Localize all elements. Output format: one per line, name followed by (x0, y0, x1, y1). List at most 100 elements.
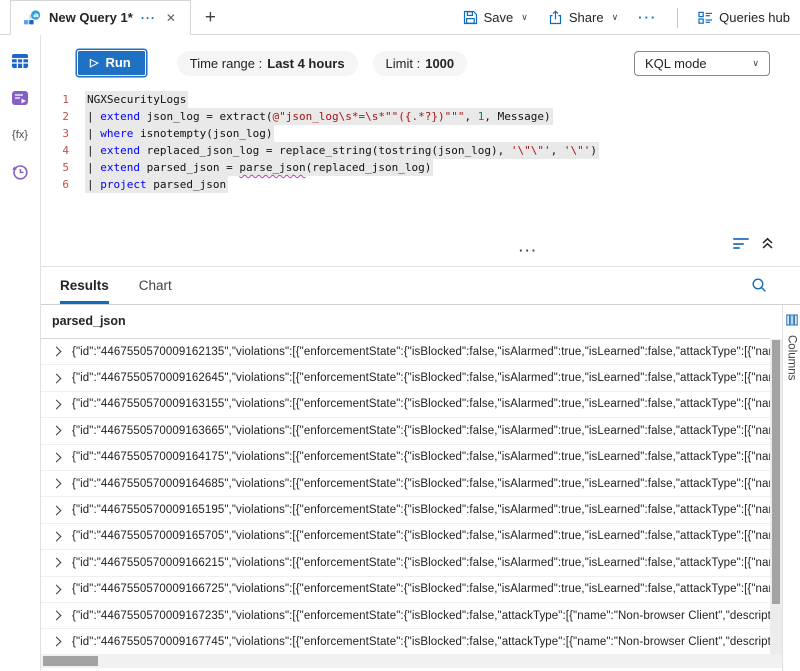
row-json-text: {"id":"4467550570009166725","violations"… (72, 583, 770, 595)
code-text[interactable]: | extend json_log = extract(@"json_log\s… (85, 108, 553, 125)
splitter-handle[interactable]: ··· (519, 246, 538, 256)
row-json-text: {"id":"4467550570009164685","violations"… (72, 478, 770, 490)
code-line-2[interactable]: 2 | extend json_log = extract(@"json_log\… (41, 108, 800, 125)
save-icon (463, 10, 478, 25)
vertical-scrollbar-thumb[interactable] (772, 340, 780, 604)
queries-hub-icon (698, 11, 713, 25)
tab-close-icon[interactable]: ✕ (164, 11, 178, 25)
code-text[interactable]: | project parsed_json (85, 176, 228, 193)
code-line-3[interactable]: 3| where isnotempty(json_log) (41, 125, 800, 142)
columns-rail-label[interactable]: Columns (786, 335, 798, 380)
divider (677, 8, 678, 28)
save-button[interactable]: Save ∨ (463, 10, 528, 25)
limit-pill[interactable]: Limit : 1000 (373, 51, 468, 76)
expand-row-chevron-icon[interactable] (52, 505, 62, 515)
tab-chart[interactable]: Chart (139, 267, 172, 304)
expand-row-chevron-icon[interactable] (52, 452, 62, 462)
time-range-label: Time range : (190, 56, 263, 71)
code-line-1[interactable]: 1 NGXSecurityLogs (41, 91, 800, 108)
code-line-4[interactable]: 4| extend replaced_json_log = replace_st… (41, 142, 800, 159)
row-json-text: {"id":"4467550570009165705","violations"… (72, 530, 770, 542)
table-row[interactable]: {"id":"4467550570009166215","violations"… (41, 550, 770, 576)
functions-icon[interactable]: {fx} (10, 125, 30, 145)
columns-rail[interactable]: Columns (782, 305, 800, 671)
line-number: 6 (41, 176, 69, 193)
expand-row-chevron-icon[interactable] (52, 611, 62, 621)
results-panel: Results Chart parsed_json {"id":"4467550… (41, 266, 800, 671)
table-row[interactable]: {"id":"4467550570009164685","violations"… (41, 471, 770, 497)
horizontal-scrollbar-thumb[interactable] (43, 656, 98, 666)
expand-row-chevron-icon[interactable] (52, 347, 62, 357)
table-row[interactable]: {"id":"4467550570009167235","violations"… (41, 603, 770, 629)
code-line-5[interactable]: 5| extend parsed_json = parse_json(repla… (41, 159, 800, 176)
more-commands-button[interactable]: ··· (638, 10, 657, 25)
tab-more-button[interactable]: ··· (141, 11, 156, 25)
share-chevron-icon: ∨ (612, 12, 619, 23)
line-number: 2 (41, 108, 69, 125)
row-json-text: {"id":"4467550570009162645","violations"… (72, 372, 770, 384)
results-tabs-row: Results Chart (41, 267, 800, 305)
table-row[interactable]: {"id":"4467550570009165195","violations"… (41, 497, 770, 523)
collapse-panel-icon[interactable] (761, 237, 774, 250)
code-text[interactable]: | extend replaced_json_log = replace_str… (85, 142, 599, 159)
horizontal-scrollbar[interactable] (41, 654, 770, 668)
code-text[interactable]: | extend parsed_json = parse_json(replac… (85, 159, 433, 176)
share-button[interactable]: Share ∨ (548, 10, 618, 25)
expand-row-chevron-icon[interactable] (52, 373, 62, 383)
queries-hub-label: Queries hub (719, 10, 790, 25)
saved-queries-icon[interactable] (10, 88, 30, 108)
query-history-icon[interactable] (10, 162, 30, 182)
expand-row-chevron-icon[interactable] (52, 637, 62, 647)
row-json-text: {"id":"4467550570009163155","violations"… (72, 398, 770, 410)
column-header-parsed-json[interactable]: parsed_json (41, 305, 770, 339)
share-icon (548, 10, 563, 25)
tab-results[interactable]: Results (60, 267, 109, 304)
search-icon[interactable] (751, 277, 767, 293)
query-toolbar: ▷ Run Time range : Last 4 hours Limit : … (41, 35, 800, 76)
row-json-text: {"id":"4467550570009167745","violations"… (72, 636, 770, 648)
new-tab-button[interactable]: + (205, 0, 216, 35)
tab-title: New Query 1* (49, 10, 133, 25)
save-chevron-icon: ∨ (521, 12, 528, 23)
kql-mode-chevron-icon: ∨ (752, 58, 759, 69)
table-row[interactable]: {"id":"4467550570009163155","violations"… (41, 392, 770, 418)
code-line-6[interactable]: 6 | project parsed_json (41, 176, 800, 193)
table-row[interactable]: {"id":"4467550570009162135","violations"… (41, 339, 770, 365)
table-row[interactable]: {"id":"4467550570009162645","violations"… (41, 365, 770, 391)
row-json-text: {"id":"4467550570009162135","violations"… (72, 346, 770, 358)
kql-editor[interactable]: 1 NGXSecurityLogs 2 | extend json_log = ext… (41, 91, 800, 193)
limit-value: 1000 (425, 56, 454, 71)
code-text[interactable]: NGXSecurityLogs (85, 91, 188, 108)
vertical-scrollbar[interactable] (770, 339, 782, 654)
play-icon: ▷ (90, 56, 98, 69)
expand-row-chevron-icon[interactable] (52, 400, 62, 410)
kql-mode-dropdown[interactable]: KQL mode ∨ (634, 51, 770, 76)
expand-row-chevron-icon[interactable] (52, 531, 62, 541)
table-row[interactable]: {"id":"4467550570009165705","violations"… (41, 524, 770, 550)
format-lines-icon[interactable] (733, 238, 749, 249)
table-row[interactable]: {"id":"4467550570009163665","violations"… (41, 418, 770, 444)
row-json-text: {"id":"4467550570009166215","violations"… (72, 557, 770, 569)
tables-icon[interactable] (10, 51, 30, 71)
top-tab-bar: New Query 1* ··· ✕ + Save ∨ (0, 0, 800, 35)
expand-row-chevron-icon[interactable] (52, 426, 62, 436)
top-actions: Save ∨ Share ∨ ··· (463, 0, 800, 35)
expand-row-chevron-icon[interactable] (52, 584, 62, 594)
query-tab[interactable]: New Query 1* ··· ✕ (10, 0, 191, 35)
adx-app-icon (23, 10, 41, 26)
run-button[interactable]: ▷ Run (77, 50, 146, 76)
queries-hub-button[interactable]: Queries hub (698, 10, 790, 25)
code-text[interactable]: | where isnotempty(json_log) (85, 125, 274, 142)
expand-row-chevron-icon[interactable] (52, 479, 62, 489)
row-json-text: {"id":"4467550570009164175","violations"… (72, 451, 770, 463)
table-row[interactable]: {"id":"4467550570009164175","violations"… (41, 445, 770, 471)
run-label: Run (105, 55, 130, 70)
time-range-pill[interactable]: Time range : Last 4 hours (177, 51, 358, 76)
expand-row-chevron-icon[interactable] (52, 558, 62, 568)
table-row[interactable]: {"id":"4467550570009166725","violations"… (41, 577, 770, 603)
query-workspace: ▷ Run Time range : Last 4 hours Limit : … (41, 35, 800, 671)
table-row[interactable]: {"id":"4467550570009167745","violations"… (41, 629, 770, 655)
line-number: 1 (41, 91, 69, 108)
editor-panel-tools (733, 237, 774, 250)
row-json-text: {"id":"4467550570009163665","violations"… (72, 425, 770, 437)
